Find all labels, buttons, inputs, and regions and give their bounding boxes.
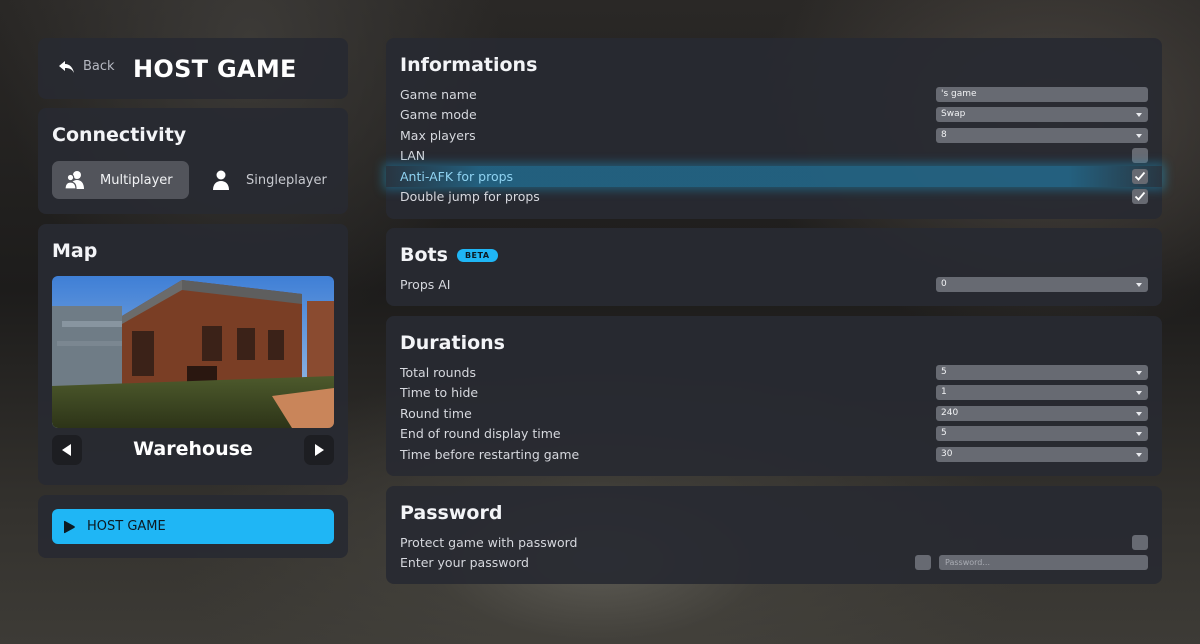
- host-game-label: HOST GAME: [87, 519, 166, 534]
- end-display-label: End of round display time: [400, 426, 561, 442]
- round-time-row: Round time 240: [386, 403, 1162, 424]
- total-rounds-select[interactable]: 5: [936, 364, 1148, 380]
- host-panel: HOST GAME: [38, 495, 348, 558]
- time-to-hide-select[interactable]: 1: [936, 385, 1148, 401]
- beta-badge: BETA: [456, 248, 498, 262]
- double-jump-label: Double jump for props: [400, 189, 540, 205]
- anti-afk-row: Anti-AFK for props: [386, 166, 1162, 187]
- checkmark-icon: [1134, 171, 1146, 181]
- back-arrow-icon: [59, 60, 74, 73]
- page-title: HOST GAME: [133, 55, 297, 83]
- durations-title: Durations: [400, 332, 505, 354]
- multiplayer-icon: [64, 171, 84, 190]
- singleplayer-button[interactable]: Singleplayer: [198, 161, 335, 199]
- lan-checkbox[interactable]: [1132, 148, 1148, 164]
- restart-time-select[interactable]: 30: [936, 446, 1148, 462]
- time-to-hide-label: Time to hide: [400, 385, 479, 401]
- password-title: Password: [400, 502, 503, 524]
- end-display-select[interactable]: 5: [936, 426, 1148, 442]
- props-ai-label: Props AI: [400, 276, 451, 292]
- previous-map-button[interactable]: [52, 435, 82, 465]
- map-preview-image: [52, 276, 334, 428]
- enter-password-label: Enter your password: [400, 555, 529, 571]
- triangle-left-icon: [62, 444, 71, 456]
- singleplayer-label: Singleplayer: [246, 172, 327, 188]
- checkmark-icon: [1134, 192, 1146, 202]
- multiplayer-label: Multiplayer: [100, 172, 173, 188]
- password-panel: Password Protect game with password Ente…: [386, 486, 1162, 584]
- bots-panel: Bots BETA Props AI 0: [386, 228, 1162, 306]
- game-name-label: Game name: [400, 86, 477, 102]
- game-mode-row: Game mode Swap: [386, 105, 1162, 126]
- back-button[interactable]: Back: [58, 59, 115, 74]
- props-ai-row: Props AI 0: [386, 274, 1162, 295]
- protect-password-checkbox[interactable]: [1132, 534, 1148, 550]
- restart-time-label: Time before restarting game: [400, 446, 580, 462]
- bots-title: Bots: [400, 244, 448, 266]
- back-label: Back: [83, 59, 115, 74]
- restart-time-row: Time before restarting game 30: [386, 444, 1162, 465]
- next-map-button[interactable]: [304, 435, 334, 465]
- game-mode-label: Game mode: [400, 107, 477, 123]
- game-name-row: Game name 's game: [386, 84, 1162, 105]
- lan-row: LAN: [386, 146, 1162, 167]
- informations-title: Informations: [400, 54, 538, 76]
- lan-label: LAN: [400, 148, 426, 164]
- max-players-row: Max players 8: [386, 125, 1162, 146]
- double-jump-checkbox[interactable]: [1132, 189, 1148, 205]
- total-rounds-label: Total rounds: [400, 364, 476, 380]
- game-mode-select[interactable]: Swap: [936, 107, 1148, 123]
- game-name-input[interactable]: 's game: [936, 86, 1148, 102]
- password-input[interactable]: [939, 555, 1148, 571]
- protect-password-row: Protect game with password: [386, 532, 1162, 553]
- max-players-label: Max players: [400, 127, 476, 143]
- triangle-right-icon: [315, 444, 324, 456]
- round-time-select[interactable]: 240: [936, 405, 1148, 421]
- time-to-hide-row: Time to hide 1: [386, 383, 1162, 404]
- map-title: Map: [52, 240, 98, 262]
- anti-afk-checkbox[interactable]: [1132, 168, 1148, 184]
- enter-password-row: Enter your password: [386, 553, 1162, 574]
- max-players-select[interactable]: 8: [936, 127, 1148, 143]
- host-game-button[interactable]: HOST GAME: [52, 509, 334, 544]
- play-icon: [64, 520, 75, 533]
- double-jump-row: Double jump for props: [386, 187, 1162, 208]
- end-display-row: End of round display time 5: [386, 424, 1162, 445]
- durations-panel: Durations Total rounds 5 Time to hide 1 …: [386, 316, 1162, 476]
- anti-afk-label: Anti-AFK for props: [400, 168, 514, 184]
- map-panel: Map Warehouse: [38, 224, 348, 485]
- multiplayer-button[interactable]: Multiplayer: [52, 161, 189, 199]
- map-name: Warehouse: [133, 438, 253, 460]
- show-password-checkbox[interactable]: [915, 555, 931, 571]
- round-time-label: Round time: [400, 405, 472, 421]
- props-ai-select[interactable]: 0: [936, 276, 1148, 292]
- user-icon: [213, 170, 229, 190]
- total-rounds-row: Total rounds 5: [386, 362, 1162, 383]
- protect-password-label: Protect game with password: [400, 534, 578, 550]
- header-panel: Back HOST GAME: [38, 38, 348, 99]
- connectivity-title: Connectivity: [52, 124, 187, 146]
- informations-panel: Informations Game name 's game Game mode…: [386, 38, 1162, 219]
